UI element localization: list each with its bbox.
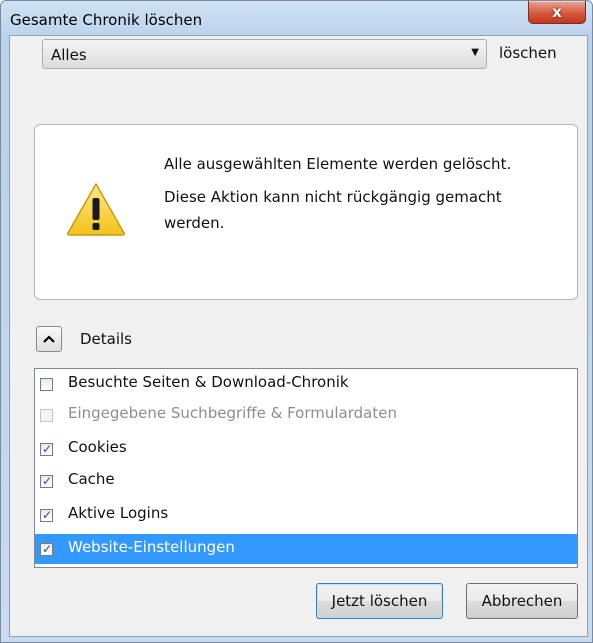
check-icon: ✓ bbox=[42, 474, 53, 488]
details-toggle-button[interactable] bbox=[36, 326, 62, 352]
list-item-label: Cache bbox=[68, 470, 115, 488]
list-item-label: Besuchte Seiten & Download-Chronik bbox=[68, 373, 349, 391]
chevron-up-icon bbox=[43, 335, 55, 343]
checkbox[interactable]: ✓ bbox=[40, 474, 53, 488]
checkbox[interactable]: ✓ bbox=[40, 442, 53, 456]
list-item[interactable]: ✓ Website-Einstellungen bbox=[35, 534, 577, 564]
dropdown-arrow-icon: ▼ bbox=[471, 47, 479, 58]
clear-now-button[interactable]: Jetzt löschen bbox=[316, 583, 443, 619]
list-item[interactable]: ✓ Cache bbox=[35, 466, 577, 496]
checkbox bbox=[40, 409, 53, 422]
list-item-label: Eingegebene Suchbegriffe & Formulardaten bbox=[68, 404, 397, 422]
title-bar[interactable]: Gesamte Chronik löschen x bbox=[1, 1, 592, 35]
time-range-row: Alles ▼ löschen bbox=[14, 38, 572, 70]
warning-line-2: Diese Aktion kann nicht rückgängig gemac… bbox=[164, 188, 502, 232]
list-item-label: Aktive Logins bbox=[68, 504, 169, 522]
close-icon: x bbox=[552, 3, 562, 21]
list-item-label: Cookies bbox=[68, 438, 127, 456]
list-item[interactable]: ✓ Aktive Logins bbox=[35, 500, 577, 530]
time-range-value: Alles bbox=[51, 46, 87, 64]
close-button[interactable]: x bbox=[528, 1, 586, 24]
check-icon: ✓ bbox=[42, 542, 53, 556]
warning-icon bbox=[67, 183, 125, 236]
list-item: Eingegebene Suchbegriffe & Formulardaten bbox=[35, 400, 577, 430]
warning-box: Alle ausgewählten Elemente werden gelösc… bbox=[34, 124, 578, 300]
check-icon: ✓ bbox=[42, 442, 53, 456]
checkbox[interactable] bbox=[40, 378, 53, 391]
check-icon: ✓ bbox=[42, 508, 53, 522]
list-item-label: Website-Einstellungen bbox=[68, 538, 235, 556]
time-range-suffix: löschen bbox=[499, 44, 557, 62]
time-range-select[interactable]: Alles ▼ bbox=[42, 39, 487, 69]
window-title: Gesamte Chronik löschen bbox=[10, 11, 203, 29]
cancel-button[interactable]: Abbrechen bbox=[466, 583, 578, 619]
checkbox[interactable]: ✓ bbox=[40, 542, 53, 556]
details-label: Details bbox=[80, 330, 133, 348]
list-item[interactable]: ✓ Cookies bbox=[35, 434, 577, 464]
warning-text: Alle ausgewählten Elemente werden gelösc… bbox=[164, 151, 544, 243]
warning-line-1: Alle ausgewählten Elemente werden gelösc… bbox=[164, 155, 512, 173]
list-item[interactable]: Besuchte Seiten & Download-Chronik bbox=[35, 369, 577, 399]
checkbox[interactable]: ✓ bbox=[40, 508, 53, 522]
items-list[interactable]: Besuchte Seiten & Download-Chronik Einge… bbox=[34, 368, 578, 568]
